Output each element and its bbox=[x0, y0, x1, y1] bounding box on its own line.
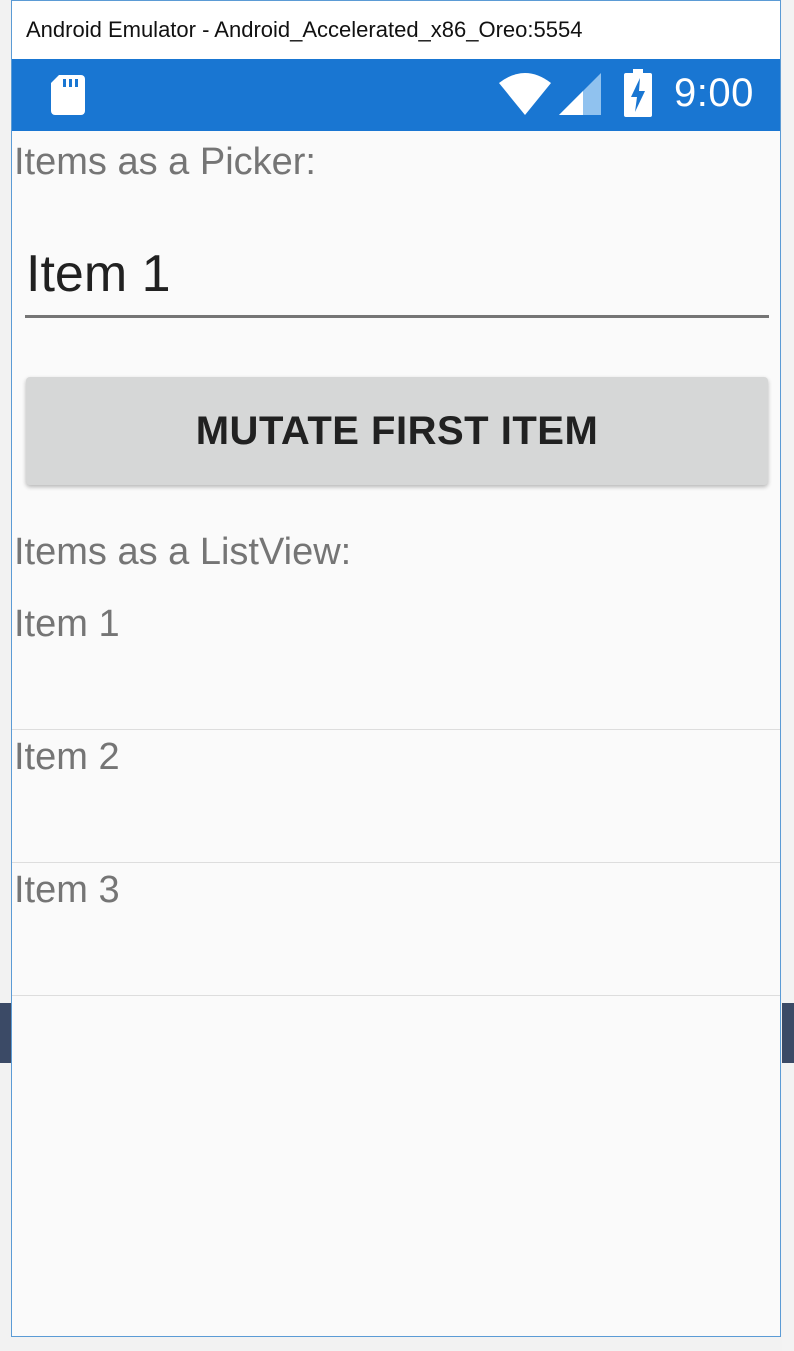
battery-charging-icon bbox=[624, 69, 652, 117]
mutate-button-label: MUTATE FIRST ITEM bbox=[195, 408, 599, 453]
window-title: Android Emulator - Android_Accelerated_x… bbox=[26, 17, 583, 42]
mutate-first-item-button[interactable]: MUTATE FIRST ITEM bbox=[26, 377, 768, 485]
items-picker[interactable]: Item 1 bbox=[25, 244, 769, 318]
listview-label: Items as a ListView: bbox=[14, 531, 352, 573]
desktop-background bbox=[782, 0, 794, 1351]
android-status-bar: 9:00 bbox=[12, 59, 780, 131]
list-item-label: Item 2 bbox=[14, 736, 120, 778]
desktop-taskbar-edge bbox=[782, 1003, 794, 1063]
list-item[interactable]: Item 1 bbox=[12, 597, 780, 730]
list-item-label: Item 1 bbox=[14, 603, 120, 645]
list-item-label: Item 3 bbox=[14, 869, 120, 911]
wifi-icon bbox=[499, 73, 551, 115]
emulator-window: Android Emulator - Android_Accelerated_x… bbox=[11, 0, 781, 1337]
picker-selected-value: Item 1 bbox=[26, 245, 171, 303]
status-clock: 9:00 bbox=[674, 71, 754, 115]
sd-card-icon bbox=[51, 75, 85, 115]
signal-icon bbox=[559, 73, 601, 115]
list-item[interactable]: Item 2 bbox=[12, 730, 780, 863]
items-listview[interactable]: Item 1 Item 2 Item 3 bbox=[12, 597, 780, 996]
list-item[interactable]: Item 3 bbox=[12, 863, 780, 996]
window-titlebar[interactable]: Android Emulator - Android_Accelerated_x… bbox=[12, 1, 780, 59]
picker-label: Items as a Picker: bbox=[14, 141, 316, 183]
